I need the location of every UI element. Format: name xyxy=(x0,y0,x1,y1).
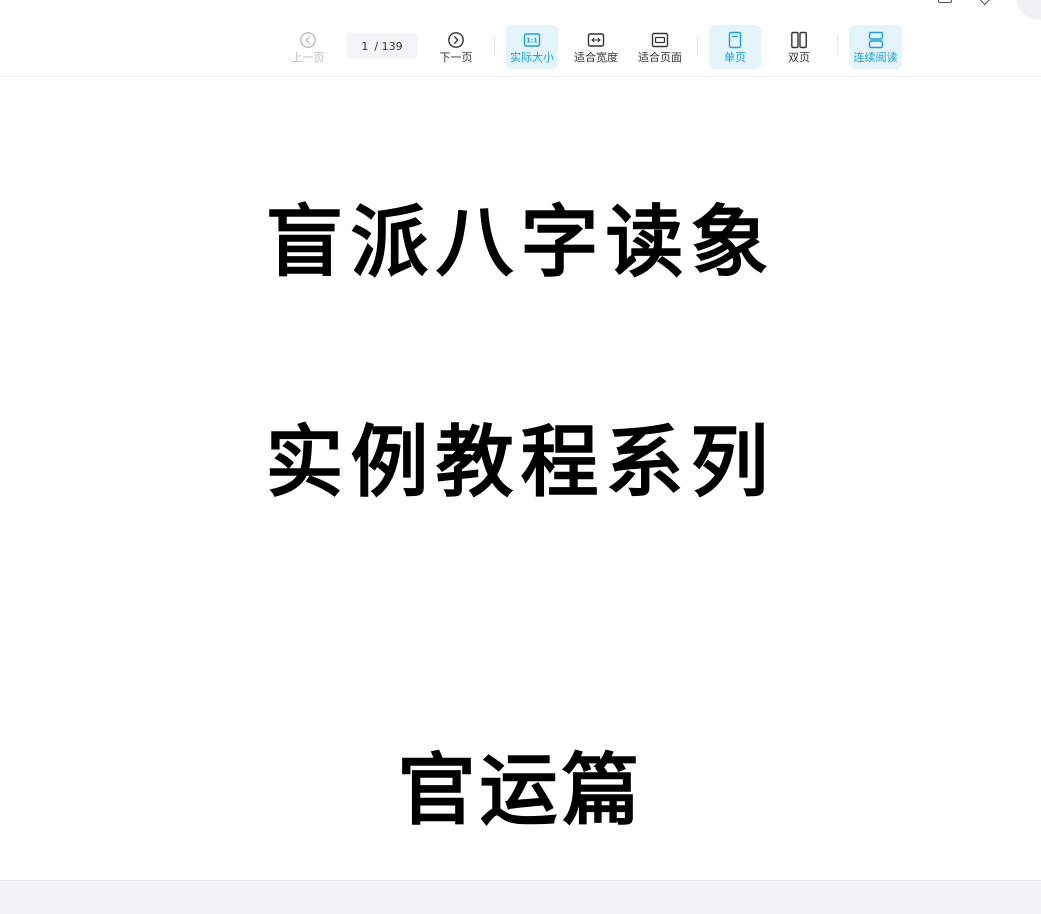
continuous-read-label: 连续阅读 xyxy=(853,50,898,64)
prev-page-label: 上一页 xyxy=(291,50,325,64)
next-page-button[interactable]: 下一页 xyxy=(434,25,478,69)
book-title-line2: 实例教程系列 xyxy=(265,417,776,508)
double-page-label: 双页 xyxy=(788,50,810,64)
fit-page-button[interactable]: 适合页面 xyxy=(634,25,686,69)
chevron-left-circle-icon xyxy=(300,31,316,48)
chevron-icon[interactable] xyxy=(979,0,992,6)
page-number-input[interactable]: 1 / 139 xyxy=(346,33,418,59)
single-page-button[interactable]: 单页 xyxy=(709,25,761,69)
fit-width-button[interactable]: 适合宽度 xyxy=(570,25,622,69)
toolbar-divider xyxy=(494,36,495,56)
single-page-icon xyxy=(728,31,742,48)
toolbar-divider xyxy=(837,36,838,56)
double-page-button[interactable]: 双页 xyxy=(773,25,825,69)
window-control-icon[interactable] xyxy=(938,0,952,3)
actual-size-icon: 1:1 xyxy=(523,32,541,47)
actual-size-label: 实际大小 xyxy=(510,50,554,64)
continuous-read-button[interactable]: 连续阅读 xyxy=(849,25,902,69)
total-pages: / 139 xyxy=(374,39,403,53)
next-page-label: 下一页 xyxy=(439,50,473,64)
fit-page-icon xyxy=(651,32,669,47)
document-page: 盲派八字读象 实例教程系列 官运篇 xyxy=(0,77,1041,880)
prev-page-button[interactable]: 上一页 xyxy=(286,25,330,69)
fit-width-label: 适合宽度 xyxy=(574,50,618,64)
chevron-right-circle-icon xyxy=(448,31,464,48)
actual-size-button[interactable]: 1:1 实际大小 xyxy=(506,25,558,69)
book-title-line1: 盲派八字读象 xyxy=(265,197,776,288)
fit-page-label: 适合页面 xyxy=(638,50,682,64)
page-bottom-gap xyxy=(0,880,1041,914)
toolbar-divider xyxy=(697,36,698,56)
current-page[interactable]: 1 xyxy=(361,40,368,53)
book-title-line3: 官运篇 xyxy=(397,745,644,836)
avatar[interactable] xyxy=(1016,0,1041,20)
fit-width-icon xyxy=(587,32,605,47)
continuous-scroll-icon xyxy=(868,31,883,48)
pdf-toolbar: 上一页 1 / 139 下一页 1:1 实际大小 适合宽度 适合页面 单页 双页… xyxy=(0,22,1041,77)
window-top-strip xyxy=(0,0,1041,22)
single-page-label: 单页 xyxy=(724,50,746,64)
double-page-icon xyxy=(791,31,807,48)
actual-size-badge: 1:1 xyxy=(526,36,538,44)
